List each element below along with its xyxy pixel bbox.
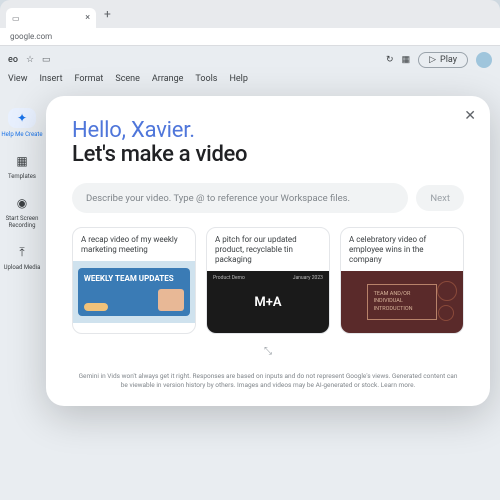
history-icon[interactable]: ↻: [386, 55, 394, 65]
subhead-text: Let's make a video: [72, 142, 464, 167]
thumb-pill: [84, 303, 108, 311]
rail-label: Templates: [8, 173, 36, 180]
grid-icon[interactable]: ▦: [402, 55, 411, 65]
prompt-row: Describe your video. Type @ to reference…: [72, 183, 464, 213]
menu-arrange[interactable]: Arrange: [152, 74, 184, 84]
tab-favicon: ▭: [12, 14, 20, 23]
rail-templates[interactable]: ▦ Templates: [1, 152, 43, 180]
play-label: Play: [440, 55, 457, 65]
rail-label: Upload Media: [4, 264, 41, 271]
move-folder-icon[interactable]: ▭: [42, 55, 51, 65]
rail-label: Start Screen Recording: [1, 215, 43, 229]
card-thumbnail: TEAM AND/OR INDIVIDUAL INTRODUCTION: [341, 271, 463, 333]
upload-icon: ⤒: [13, 243, 31, 261]
menu-insert[interactable]: Insert: [39, 74, 62, 84]
help-me-create-dialog: ✕ Hello, Xavier. Let's make a video Desc…: [46, 96, 490, 406]
card-thumbnail: WEEKLY TEAM UPDATES: [73, 261, 195, 323]
play-icon: ▷: [429, 55, 436, 65]
thumb-title: WEEKLY TEAM UPDATES: [84, 274, 184, 283]
browser-tab-strip: ▭ × +: [0, 0, 500, 28]
expand-icon[interactable]: ⤡: [258, 344, 278, 358]
greeting-text: Hello, Xavier.: [72, 118, 464, 143]
app-surface: eo ☆ ▭ ↻ ▦ ▷ Play View Insert Format Sce…: [0, 46, 500, 500]
sparkle-icon: ✦: [8, 108, 36, 128]
star-icon[interactable]: ☆: [26, 55, 34, 65]
menu-tools[interactable]: Tools: [195, 74, 217, 84]
tab-close-icon[interactable]: ×: [85, 13, 90, 23]
avatar[interactable]: [476, 52, 492, 68]
suggestion-cards: A recap video of my weekly marketing mee…: [72, 227, 464, 334]
app-header: eo ☆ ▭ ↻ ▦ ▷ Play: [0, 46, 500, 74]
menu-scene[interactable]: Scene: [115, 74, 140, 84]
card-thumbnail: Product Demo January 2023 M+A: [207, 271, 329, 333]
menu-view[interactable]: View: [8, 74, 27, 84]
prompt-placeholder: Describe your video. Type @ to reference…: [86, 193, 350, 204]
menu-format[interactable]: Format: [75, 74, 104, 84]
doc-title[interactable]: eo: [8, 55, 18, 65]
card-caption: A celebratory video of employee wins in …: [341, 228, 463, 271]
rail-start-screen-recording[interactable]: ◉ Start Screen Recording: [1, 194, 43, 229]
prompt-input[interactable]: Describe your video. Type @ to reference…: [72, 183, 408, 213]
rail-upload-media[interactable]: ⤒ Upload Media: [1, 243, 43, 271]
menu-help[interactable]: Help: [229, 74, 247, 84]
rail-help-me-create[interactable]: ✦ Help Me Create: [1, 108, 43, 138]
play-button[interactable]: ▷ Play: [418, 52, 468, 68]
next-button[interactable]: Next: [416, 185, 464, 211]
card-caption: A recap video of my weekly marketing mee…: [73, 228, 195, 261]
address-text: google.com: [10, 32, 52, 41]
thumb-title: M+A: [254, 295, 281, 310]
thumb-top-right: January 2023: [293, 275, 323, 281]
record-icon: ◉: [13, 194, 31, 212]
card-caption: A pitch for our updated product, recycla…: [207, 228, 329, 271]
close-button[interactable]: ✕: [464, 108, 476, 124]
templates-icon: ▦: [13, 152, 31, 170]
thumb-avatar: [158, 289, 184, 311]
suggestion-card-1[interactable]: A recap video of my weekly marketing mee…: [72, 227, 196, 334]
thumb-top-left: Product Demo: [213, 275, 245, 281]
rail-label: Help Me Create: [1, 131, 42, 138]
thumb-title: TEAM AND/OR INDIVIDUAL INTRODUCTION: [367, 284, 438, 319]
thumb-decoration: [433, 279, 457, 325]
suggestion-card-3[interactable]: A celebratory video of employee wins in …: [340, 227, 464, 334]
browser-tab[interactable]: ▭ ×: [6, 8, 96, 28]
menu-bar: View Insert Format Scene Arrange Tools H…: [0, 74, 500, 88]
suggestion-card-2[interactable]: A pitch for our updated product, recycla…: [206, 227, 330, 334]
new-tab-button[interactable]: +: [100, 7, 115, 21]
address-bar[interactable]: google.com: [0, 28, 500, 46]
left-rail: ✦ Help Me Create ▦ Templates ◉ Start Scr…: [0, 102, 44, 271]
disclaimer-text: Gemini in Vids won't always get it right…: [72, 372, 464, 390]
